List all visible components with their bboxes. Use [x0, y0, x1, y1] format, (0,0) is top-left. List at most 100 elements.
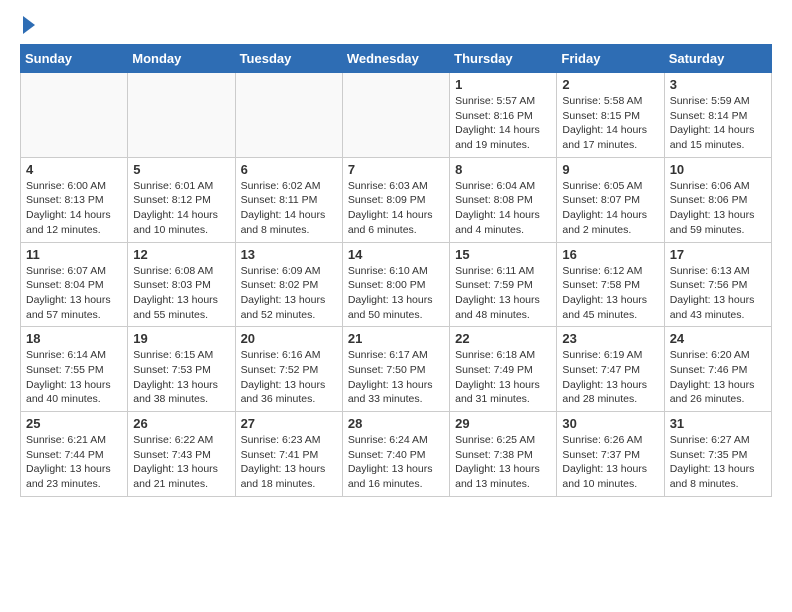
day-number: 16 — [562, 247, 658, 262]
day-number: 9 — [562, 162, 658, 177]
day-info: Sunrise: 6:17 AMSunset: 7:50 PMDaylight:… — [348, 348, 444, 407]
calendar-cell: 23 Sunrise: 6:19 AMSunset: 7:47 PMDayligh… — [557, 327, 664, 412]
calendar-cell: 12 Sunrise: 6:08 AMSunset: 8:03 PMDayligh… — [128, 242, 235, 327]
day-info: Sunrise: 6:25 AMSunset: 7:38 PMDaylight:… — [455, 433, 551, 492]
day-info: Sunrise: 6:11 AMSunset: 7:59 PMDaylight:… — [455, 264, 551, 323]
day-info: Sunrise: 6:26 AMSunset: 7:37 PMDaylight:… — [562, 433, 658, 492]
logo-triangle-icon — [23, 16, 35, 34]
calendar-cell: 25Sunrise: 6:21 AMSunset: 7:44 PMDayligh… — [21, 412, 128, 497]
calendar-cell — [342, 73, 449, 158]
day-number: 13 — [241, 247, 337, 262]
calendar-cell: 14 Sunrise: 6:10 AMSunset: 8:00 PMDayligh… — [342, 242, 449, 327]
day-info: Sunrise: 6:13 AMSunset: 7:56 PMDaylight:… — [670, 264, 766, 323]
day-number: 19 — [133, 331, 229, 346]
calendar-week-1: 1 Sunrise: 5:57 AMSunset: 8:16 PMDaylight… — [21, 73, 772, 158]
day-info: Sunrise: 6:01 AMSunset: 8:12 PMDaylight:… — [133, 179, 229, 238]
day-info: Sunrise: 6:18 AMSunset: 7:49 PMDaylight:… — [455, 348, 551, 407]
calendar-cell: 7 Sunrise: 6:03 AMSunset: 8:09 PMDaylight… — [342, 157, 449, 242]
day-info: Sunrise: 6:23 AMSunset: 7:41 PMDaylight:… — [241, 433, 337, 492]
logo — [20, 20, 35, 34]
day-info: Sunrise: 5:59 AMSunset: 8:14 PMDaylight:… — [670, 94, 766, 153]
calendar-week-4: 18 Sunrise: 6:14 AMSunset: 7:55 PMDayligh… — [21, 327, 772, 412]
calendar-cell: 11Sunrise: 6:07 AMSunset: 8:04 PMDayligh… — [21, 242, 128, 327]
page-header — [20, 20, 772, 34]
calendar-cell: 30 Sunrise: 6:26 AMSunset: 7:37 PMDayligh… — [557, 412, 664, 497]
day-number: 4 — [26, 162, 122, 177]
weekday-header-monday: Monday — [128, 45, 235, 73]
day-number: 7 — [348, 162, 444, 177]
calendar-cell: 26 Sunrise: 6:22 AMSunset: 7:43 PMDayligh… — [128, 412, 235, 497]
day-number: 26 — [133, 416, 229, 431]
day-info: Sunrise: 6:22 AMSunset: 7:43 PMDaylight:… — [133, 433, 229, 492]
weekday-header-wednesday: Wednesday — [342, 45, 449, 73]
calendar-cell: 8Sunrise: 6:04 AMSunset: 8:08 PMDaylight… — [450, 157, 557, 242]
calendar-cell: 17 Sunrise: 6:13 AMSunset: 7:56 PMDayligh… — [664, 242, 771, 327]
day-number: 30 — [562, 416, 658, 431]
calendar-cell: 6Sunrise: 6:02 AMSunset: 8:11 PMDaylight… — [235, 157, 342, 242]
day-number: 14 — [348, 247, 444, 262]
day-number: 20 — [241, 331, 337, 346]
day-number: 28 — [348, 416, 444, 431]
calendar-cell: 3 Sunrise: 5:59 AMSunset: 8:14 PMDaylight… — [664, 73, 771, 158]
day-info: Sunrise: 6:19 AMSunset: 7:47 PMDaylight:… — [562, 348, 658, 407]
calendar-cell: 21 Sunrise: 6:17 AMSunset: 7:50 PMDayligh… — [342, 327, 449, 412]
calendar-cell: 16 Sunrise: 6:12 AMSunset: 7:58 PMDayligh… — [557, 242, 664, 327]
calendar-cell: 4 Sunrise: 6:00 AMSunset: 8:13 PMDaylight… — [21, 157, 128, 242]
day-number: 10 — [670, 162, 766, 177]
calendar-cell — [21, 73, 128, 158]
day-info: Sunrise: 6:06 AMSunset: 8:06 PMDaylight:… — [670, 179, 766, 238]
day-info: Sunrise: 6:04 AMSunset: 8:08 PMDaylight:… — [455, 179, 551, 238]
day-number: 1 — [455, 77, 551, 92]
calendar-cell: 9 Sunrise: 6:05 AMSunset: 8:07 PMDaylight… — [557, 157, 664, 242]
calendar-cell: 1 Sunrise: 5:57 AMSunset: 8:16 PMDaylight… — [450, 73, 557, 158]
calendar-cell: 5 Sunrise: 6:01 AMSunset: 8:12 PMDaylight… — [128, 157, 235, 242]
day-info: Sunrise: 6:05 AMSunset: 8:07 PMDaylight:… — [562, 179, 658, 238]
day-info: Sunrise: 6:27 AMSunset: 7:35 PMDaylight:… — [670, 433, 766, 492]
calendar-cell: 29Sunrise: 6:25 AMSunset: 7:38 PMDayligh… — [450, 412, 557, 497]
day-number: 23 — [562, 331, 658, 346]
day-number: 24 — [670, 331, 766, 346]
day-info: Sunrise: 6:15 AMSunset: 7:53 PMDaylight:… — [133, 348, 229, 407]
calendar-cell: 19 Sunrise: 6:15 AMSunset: 7:53 PMDayligh… — [128, 327, 235, 412]
calendar-week-5: 25Sunrise: 6:21 AMSunset: 7:44 PMDayligh… — [21, 412, 772, 497]
day-info: Sunrise: 6:09 AMSunset: 8:02 PMDaylight:… — [241, 264, 337, 323]
day-number: 18 — [26, 331, 122, 346]
day-info: Sunrise: 6:12 AMSunset: 7:58 PMDaylight:… — [562, 264, 658, 323]
day-number: 2 — [562, 77, 658, 92]
day-number: 5 — [133, 162, 229, 177]
day-number: 31 — [670, 416, 766, 431]
weekday-header-saturday: Saturday — [664, 45, 771, 73]
calendar-cell: 22Sunrise: 6:18 AMSunset: 7:49 PMDayligh… — [450, 327, 557, 412]
day-number: 21 — [348, 331, 444, 346]
day-info: Sunrise: 5:57 AMSunset: 8:16 PMDaylight:… — [455, 94, 551, 153]
calendar-cell: 15 Sunrise: 6:11 AMSunset: 7:59 PMDayligh… — [450, 242, 557, 327]
day-number: 25 — [26, 416, 122, 431]
calendar-cell — [235, 73, 342, 158]
calendar-cell: 13 Sunrise: 6:09 AMSunset: 8:02 PMDayligh… — [235, 242, 342, 327]
weekday-header-thursday: Thursday — [450, 45, 557, 73]
calendar-week-2: 4 Sunrise: 6:00 AMSunset: 8:13 PMDaylight… — [21, 157, 772, 242]
day-number: 15 — [455, 247, 551, 262]
calendar-cell: 10 Sunrise: 6:06 AMSunset: 8:06 PMDayligh… — [664, 157, 771, 242]
calendar-cell: 20 Sunrise: 6:16 AMSunset: 7:52 PMDayligh… — [235, 327, 342, 412]
day-info: Sunrise: 6:24 AMSunset: 7:40 PMDaylight:… — [348, 433, 444, 492]
day-info: Sunrise: 6:00 AMSunset: 8:13 PMDaylight:… — [26, 179, 122, 238]
day-info: Sunrise: 6:03 AMSunset: 8:09 PMDaylight:… — [348, 179, 444, 238]
day-number: 27 — [241, 416, 337, 431]
calendar-cell — [128, 73, 235, 158]
day-number: 12 — [133, 247, 229, 262]
day-info: Sunrise: 6:16 AMSunset: 7:52 PMDaylight:… — [241, 348, 337, 407]
day-info: Sunrise: 6:08 AMSunset: 8:03 PMDaylight:… — [133, 264, 229, 323]
calendar-cell: 24Sunrise: 6:20 AMSunset: 7:46 PMDayligh… — [664, 327, 771, 412]
day-number: 3 — [670, 77, 766, 92]
day-info: Sunrise: 5:58 AMSunset: 8:15 PMDaylight:… — [562, 94, 658, 153]
day-info: Sunrise: 6:14 AMSunset: 7:55 PMDaylight:… — [26, 348, 122, 407]
day-number: 17 — [670, 247, 766, 262]
weekday-header-sunday: Sunday — [21, 45, 128, 73]
weekday-header-friday: Friday — [557, 45, 664, 73]
calendar-cell: 31 Sunrise: 6:27 AMSunset: 7:35 PMDayligh… — [664, 412, 771, 497]
calendar-table: SundayMondayTuesdayWednesdayThursdayFrid… — [20, 44, 772, 497]
calendar-cell: 28 Sunrise: 6:24 AMSunset: 7:40 PMDayligh… — [342, 412, 449, 497]
calendar-cell: 2 Sunrise: 5:58 AMSunset: 8:15 PMDaylight… — [557, 73, 664, 158]
day-info: Sunrise: 6:10 AMSunset: 8:00 PMDaylight:… — [348, 264, 444, 323]
